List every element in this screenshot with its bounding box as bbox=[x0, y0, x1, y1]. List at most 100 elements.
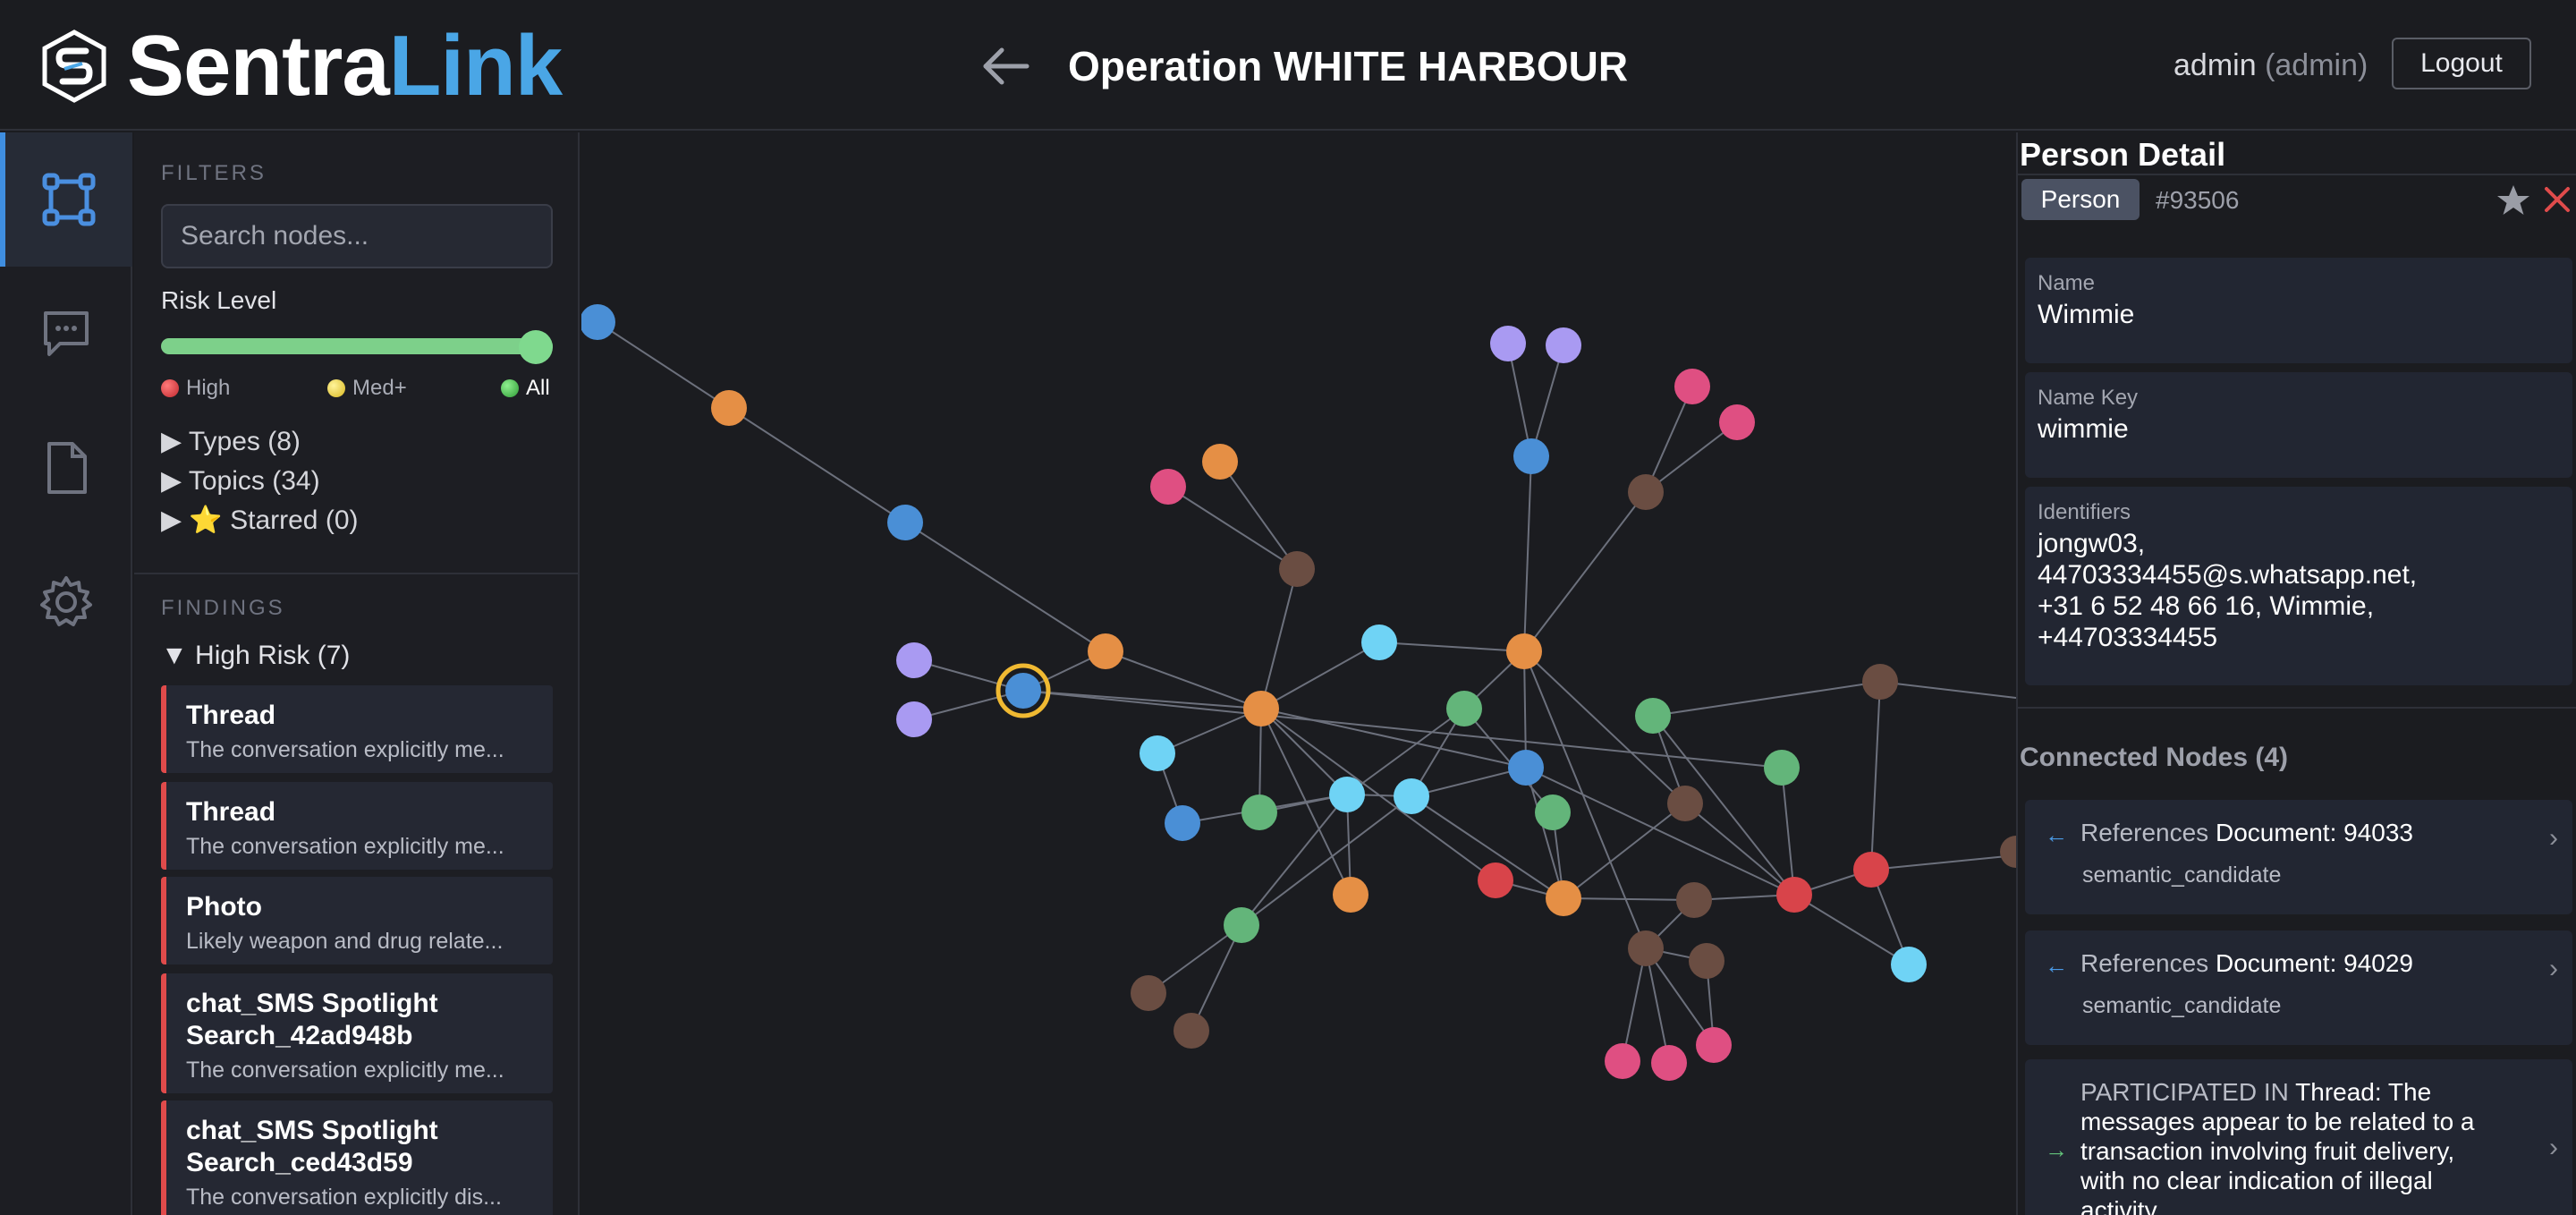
graph-node[interactable] bbox=[1394, 778, 1429, 814]
graph-node[interactable] bbox=[1696, 1027, 1732, 1063]
connection-item[interactable]: → PARTICIPATED IN Thread: The messages a… bbox=[2025, 1059, 2572, 1215]
risk-slider-handle[interactable] bbox=[519, 330, 553, 364]
graph-edge bbox=[1652, 681, 1881, 717]
graph-node[interactable] bbox=[1891, 947, 1927, 982]
graph-edge bbox=[1167, 486, 1298, 570]
graph-node[interactable] bbox=[1150, 469, 1186, 505]
graph-node[interactable] bbox=[1651, 1045, 1687, 1081]
graph-node[interactable] bbox=[1776, 877, 1812, 913]
graph-edge bbox=[728, 407, 906, 523]
icon-rail bbox=[0, 132, 132, 1215]
graph-node[interactable] bbox=[1628, 474, 1664, 510]
current-user: admin (admin) bbox=[2174, 48, 2368, 82]
filters-heading: FILTERS bbox=[161, 161, 267, 185]
graph-node[interactable] bbox=[581, 304, 615, 340]
filter-panel: FILTERS Risk Level High Med+ All ▶ Types… bbox=[134, 132, 580, 1215]
graph-node[interactable] bbox=[896, 701, 932, 737]
graph-node[interactable] bbox=[1202, 444, 1238, 480]
back-arrow-icon[interactable] bbox=[979, 39, 1032, 93]
graph-node[interactable] bbox=[1140, 735, 1175, 771]
graph-edge bbox=[1022, 690, 1262, 709]
graph-node[interactable] bbox=[1478, 862, 1513, 898]
graph-node[interactable] bbox=[1174, 1013, 1209, 1049]
graph-node[interactable] bbox=[1853, 852, 1889, 888]
panel-divider bbox=[134, 573, 578, 574]
graph-node[interactable] bbox=[711, 390, 747, 426]
graph-node[interactable] bbox=[1241, 794, 1277, 830]
filter-starred[interactable]: ▶ ⭐ Starred (0) bbox=[161, 505, 359, 536]
graph-node[interactable] bbox=[1490, 326, 1526, 361]
graph-node[interactable] bbox=[1689, 943, 1724, 979]
graph-edge bbox=[1378, 641, 1525, 652]
filter-topics[interactable]: ▶ Topics (34) bbox=[161, 465, 320, 497]
graph-node[interactable] bbox=[1667, 786, 1703, 821]
graph-node[interactable] bbox=[1676, 882, 1712, 918]
close-icon[interactable] bbox=[2542, 184, 2572, 215]
arrow-left-icon: ← bbox=[2045, 821, 2068, 848]
graph-node[interactable] bbox=[1446, 691, 1482, 726]
graph-node[interactable] bbox=[1279, 551, 1315, 587]
field-name-key: Name Key wimmie bbox=[2025, 372, 2572, 478]
graph-node[interactable] bbox=[1719, 404, 1755, 440]
graph-node[interactable] bbox=[1508, 750, 1544, 786]
graph-node[interactable] bbox=[1329, 777, 1365, 812]
graph-node[interactable] bbox=[896, 642, 932, 678]
rail-settings[interactable] bbox=[0, 535, 132, 669]
findings-group-high-risk[interactable]: ▼ High Risk (7) bbox=[161, 641, 350, 671]
logout-button[interactable]: Logout bbox=[2392, 38, 2531, 89]
green-dot-icon bbox=[501, 379, 519, 397]
graph-node[interactable] bbox=[1535, 794, 1571, 830]
graph-node[interactable] bbox=[1506, 633, 1542, 669]
graph-node[interactable] bbox=[1224, 907, 1259, 943]
graph-node[interactable] bbox=[1605, 1043, 1640, 1079]
graph-node[interactable] bbox=[1165, 805, 1200, 841]
graph-node[interactable] bbox=[1513, 438, 1549, 474]
connection-item[interactable]: ← References Document: 94033 semantic_ca… bbox=[2025, 800, 2572, 914]
graph-edge bbox=[1022, 690, 1783, 769]
brand-logo[interactable]: SentraLink bbox=[41, 23, 563, 109]
field-identifiers: Identifiers jongw03, 44703334455@s.whats… bbox=[2025, 487, 2572, 685]
graph-node-selected[interactable] bbox=[1005, 673, 1041, 709]
graph-edge bbox=[1260, 568, 1298, 709]
graph-edge bbox=[1105, 650, 1262, 709]
graph-node[interactable] bbox=[1862, 664, 1898, 700]
graph-node[interactable] bbox=[1635, 698, 1671, 734]
rail-chat[interactable] bbox=[0, 267, 132, 401]
finding-item[interactable]: Thread The conversation explicitly me... bbox=[161, 685, 553, 773]
graph-node[interactable] bbox=[1243, 691, 1279, 726]
caret-right-icon: ▶ bbox=[161, 506, 182, 535]
graph-node[interactable] bbox=[1546, 327, 1581, 363]
search-input[interactable] bbox=[161, 204, 553, 268]
finding-item[interactable]: chat_SMS Spotlight Search_ced43d59 The c… bbox=[161, 1100, 553, 1215]
star-icon[interactable] bbox=[2496, 183, 2531, 218]
graph-node[interactable] bbox=[2000, 836, 2016, 868]
graph-node[interactable] bbox=[1088, 633, 1123, 669]
chevron-right-icon: › bbox=[2549, 954, 2558, 983]
finding-item[interactable]: chat_SMS Spotlight Search_42ad948b The c… bbox=[161, 973, 553, 1093]
sentralink-logo-icon bbox=[42, 30, 106, 103]
graph-edge bbox=[1260, 641, 1380, 709]
detail-divider bbox=[2018, 174, 2576, 175]
finding-item[interactable]: Thread The conversation explicitly me... bbox=[161, 782, 553, 870]
graph-node[interactable] bbox=[1333, 877, 1368, 913]
graph-edge bbox=[1563, 803, 1686, 899]
graph-edges bbox=[597, 321, 2016, 1064]
rail-documents[interactable] bbox=[0, 401, 132, 535]
filter-types[interactable]: ▶ Types (8) bbox=[161, 426, 301, 457]
risk-slider-track[interactable] bbox=[161, 338, 553, 354]
findings-heading: FINDINGS bbox=[161, 596, 285, 620]
graph-canvas[interactable] bbox=[581, 132, 2016, 1215]
graph-node[interactable] bbox=[1131, 975, 1166, 1011]
finding-item[interactable]: Photo Likely weapon and drug relate... bbox=[161, 877, 553, 964]
graph-edge bbox=[1684, 803, 1795, 896]
graph-node[interactable] bbox=[1764, 750, 1800, 786]
graph-node[interactable] bbox=[1361, 624, 1397, 660]
graph-node[interactable] bbox=[1628, 930, 1664, 966]
graph-node[interactable] bbox=[1546, 880, 1581, 916]
connection-item[interactable]: ← References Document: 94029 semantic_ca… bbox=[2025, 930, 2572, 1045]
graph-node[interactable] bbox=[1674, 369, 1710, 404]
rail-graph[interactable] bbox=[0, 132, 132, 267]
graph-node[interactable] bbox=[887, 505, 923, 540]
chat-icon bbox=[44, 311, 89, 356]
network-graph[interactable] bbox=[581, 132, 2016, 1215]
